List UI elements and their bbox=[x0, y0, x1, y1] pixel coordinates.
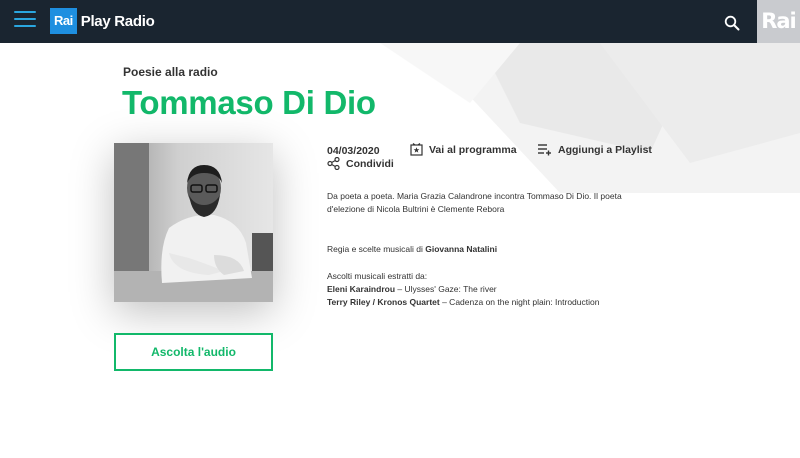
track-title: – Ulysses' Gaze: The river bbox=[395, 284, 497, 294]
page-title: Tommaso Di Dio bbox=[122, 84, 376, 121]
condividi-label: Condividi bbox=[346, 157, 394, 170]
add-to-playlist-icon bbox=[538, 144, 551, 156]
search-icon[interactable] bbox=[724, 15, 740, 31]
episode-date: 04/03/2020 bbox=[327, 145, 380, 157]
aggiungi-playlist-label: Aggiungi a Playlist bbox=[558, 143, 652, 156]
top-navigation-bar: Rai Play Radio Rai bbox=[0, 0, 800, 43]
condividi-button[interactable]: Condividi bbox=[327, 157, 394, 170]
vai-al-programma-link[interactable]: Vai al programma bbox=[410, 143, 517, 156]
aggiungi-playlist-button[interactable]: Aggiungi a Playlist bbox=[537, 143, 652, 156]
hamburger-menu-icon[interactable] bbox=[14, 11, 36, 31]
episode-cover-image bbox=[114, 143, 273, 302]
rai-corner-logo[interactable]: Rai bbox=[757, 0, 800, 43]
program-icon bbox=[410, 143, 423, 156]
ascolti-intro: Ascolti musicali estratti da: bbox=[327, 271, 428, 281]
track-item: Terry Riley / Kronos Quartet – Cadenza o… bbox=[327, 296, 599, 309]
logo-badge: Rai bbox=[50, 8, 77, 34]
share-icon bbox=[327, 157, 340, 170]
regia-credits: Regia e scelte musicali di Giovanna Nata… bbox=[327, 243, 497, 256]
regia-prefix: Regia e scelte musicali di bbox=[327, 244, 426, 254]
track-title: – Cadenza on the night plain: Introducti… bbox=[439, 297, 600, 307]
track-artist: Eleni Karaindrou bbox=[327, 284, 396, 294]
track-artist: Terry Riley / Kronos Quartet bbox=[327, 297, 440, 307]
logo-text: Play Radio bbox=[80, 12, 155, 30]
track-item: Eleni Karaindrou – Ulysses' Gaze: The ri… bbox=[327, 283, 497, 296]
regia-name: Giovanna Natalini bbox=[425, 244, 498, 254]
ascolta-audio-button[interactable]: Ascolta l'audio bbox=[114, 333, 273, 371]
raiplay-radio-logo[interactable]: Rai Play Radio bbox=[50, 8, 155, 34]
program-kicker[interactable]: Poesie alla radio bbox=[123, 65, 218, 79]
episode-description: Da poeta a poeta. Maria Grazia Calandron… bbox=[327, 191, 622, 214]
vai-al-programma-label: Vai al programma bbox=[429, 143, 517, 156]
